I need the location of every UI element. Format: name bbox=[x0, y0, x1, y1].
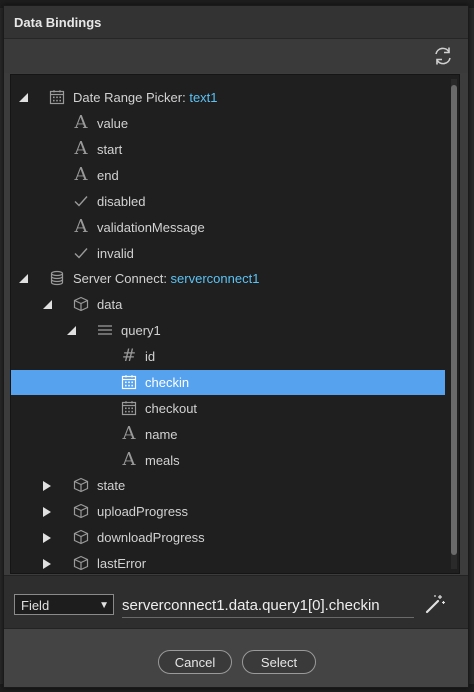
refresh-button[interactable] bbox=[432, 45, 454, 67]
object-cube-icon bbox=[72, 554, 90, 572]
tree-node-download-progress[interactable]: downloadProgress bbox=[11, 525, 445, 550]
tree-node-disabled[interactable]: disabled bbox=[11, 189, 445, 214]
tree-node-invalid[interactable]: invalid bbox=[11, 241, 445, 266]
tree-node-checkout[interactable]: checkout bbox=[11, 396, 445, 421]
expand-triangle-icon[interactable] bbox=[41, 473, 53, 498]
calendar-icon bbox=[120, 373, 138, 391]
dialog-title: Data Bindings bbox=[14, 15, 102, 30]
text-type-icon: A bbox=[74, 216, 88, 237]
scrollbar-thumb[interactable] bbox=[451, 85, 457, 555]
tree-node-value[interactable]: A value bbox=[11, 111, 445, 136]
text-type-icon: A bbox=[74, 138, 88, 159]
tree-node-state[interactable]: state bbox=[11, 473, 445, 498]
cancel-button[interactable]: Cancel bbox=[158, 650, 232, 674]
dialog-footer: Cancel Select bbox=[4, 629, 468, 687]
text-type-icon: A bbox=[74, 112, 88, 133]
database-icon bbox=[48, 269, 66, 287]
select-button[interactable]: Select bbox=[242, 650, 316, 674]
tree-node-id[interactable]: # id bbox=[11, 344, 445, 369]
text-type-icon: A bbox=[74, 164, 88, 185]
tree-node-data[interactable]: data bbox=[11, 292, 445, 317]
tree-node-start[interactable]: A start bbox=[11, 137, 445, 162]
tree-node-date-range-picker[interactable]: Date Range Picker: text1 bbox=[11, 85, 445, 110]
collapse-triangle-icon[interactable] bbox=[17, 266, 29, 291]
boolean-check-icon bbox=[72, 244, 90, 262]
binding-type-select[interactable]: Field ▼ bbox=[14, 594, 114, 615]
tree-node-server-connect[interactable]: Server Connect: serverconnect1 bbox=[11, 266, 445, 291]
tree-node-label: Date Range Picker: text1 bbox=[73, 90, 218, 105]
collapse-triangle-icon[interactable] bbox=[41, 292, 53, 317]
tree-node-checkin[interactable]: checkin bbox=[11, 370, 445, 395]
expression-bar: Field ▼ bbox=[4, 575, 468, 629]
tree-node-validation-message[interactable]: A validationMessage bbox=[11, 215, 445, 240]
object-cube-icon bbox=[72, 476, 90, 494]
dropdown-arrow-icon: ▼ bbox=[99, 600, 109, 611]
boolean-check-icon bbox=[72, 192, 90, 210]
object-cube-icon bbox=[72, 502, 90, 520]
tree-node-name[interactable]: A name bbox=[11, 422, 445, 447]
calendar-icon bbox=[48, 88, 66, 106]
magic-wand-button[interactable] bbox=[424, 593, 446, 615]
number-hash-icon: # bbox=[121, 346, 137, 366]
expand-triangle-icon[interactable] bbox=[41, 499, 53, 524]
magic-wand-icon bbox=[425, 595, 445, 614]
tree-node-end[interactable]: A end bbox=[11, 163, 445, 188]
text-type-icon: A bbox=[122, 449, 136, 470]
expression-input[interactable] bbox=[122, 593, 414, 618]
tree-node-query1[interactable]: query1 bbox=[11, 318, 445, 343]
calendar-icon bbox=[120, 399, 138, 417]
collapse-triangle-icon[interactable] bbox=[65, 318, 77, 343]
collapse-triangle-icon[interactable] bbox=[17, 85, 29, 110]
tree-node-label: Server Connect: serverconnect1 bbox=[73, 271, 260, 286]
tree-node-upload-progress[interactable]: uploadProgress bbox=[11, 499, 445, 524]
toolbar bbox=[4, 39, 468, 73]
list-icon bbox=[96, 321, 114, 339]
expand-triangle-icon[interactable] bbox=[41, 551, 53, 573]
expand-triangle-icon[interactable] bbox=[41, 525, 53, 550]
bindings-tree: Date Range Picker: text1 A value A start… bbox=[10, 74, 460, 574]
dialog-titlebar: Data Bindings bbox=[4, 6, 468, 39]
object-cube-icon bbox=[72, 295, 90, 313]
text-type-icon: A bbox=[122, 423, 136, 444]
data-bindings-dialog: Data Bindings Date Range Picker: text1 A bbox=[3, 5, 469, 688]
refresh-icon bbox=[435, 47, 451, 65]
tree-node-meals[interactable]: A meals bbox=[11, 448, 445, 473]
tree-scrollbar[interactable] bbox=[451, 79, 457, 569]
tree-node-last-error[interactable]: lastError bbox=[11, 551, 445, 573]
object-cube-icon bbox=[72, 528, 90, 546]
